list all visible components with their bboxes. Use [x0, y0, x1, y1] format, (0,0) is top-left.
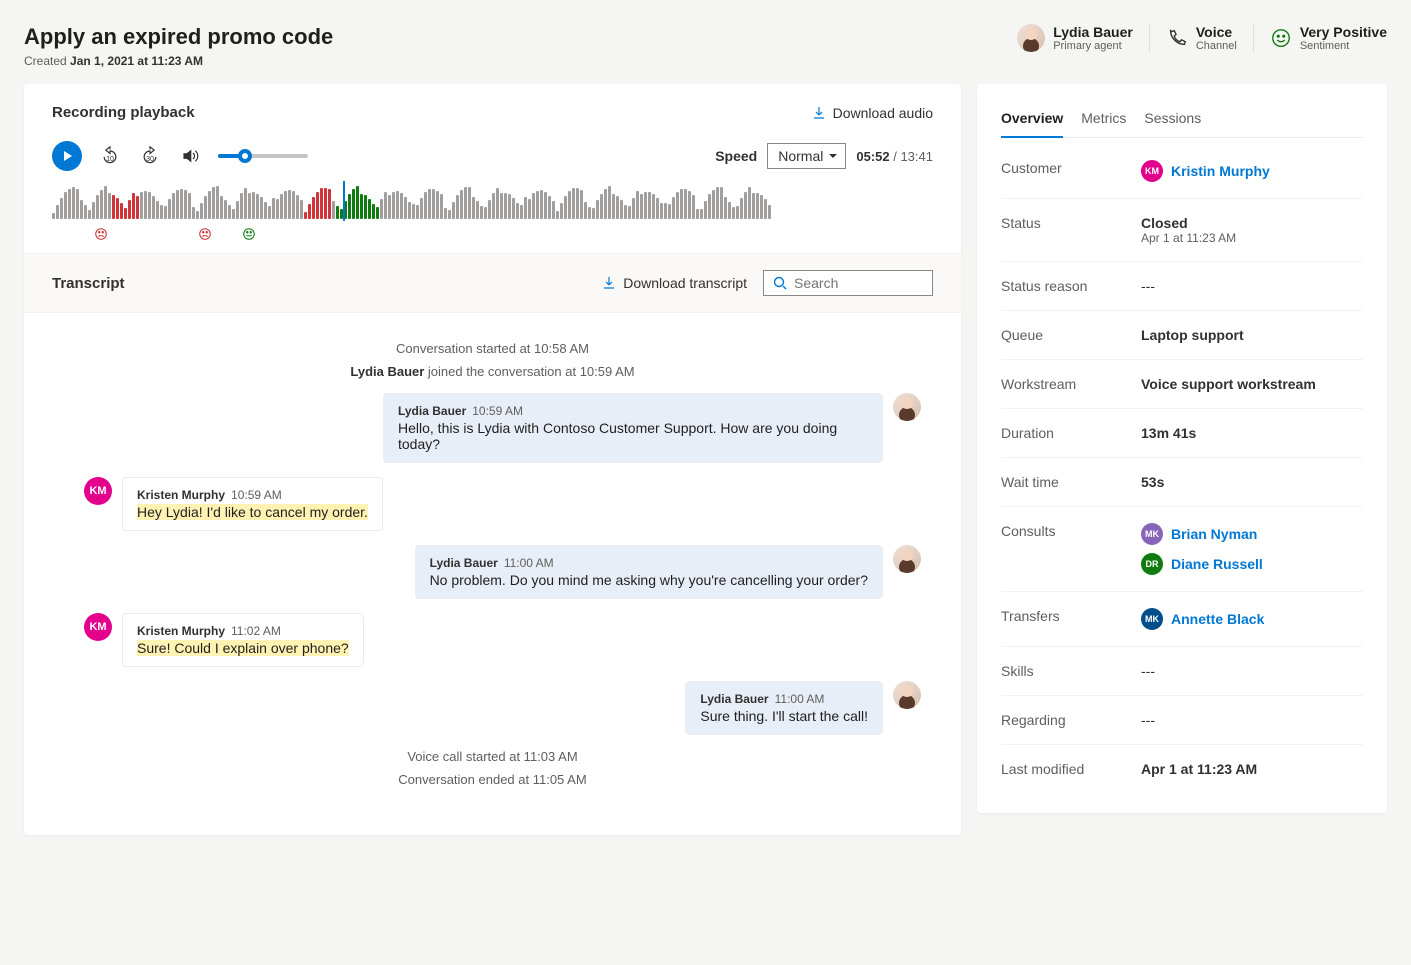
- detail-row: Status reason---: [1001, 262, 1363, 311]
- avatar: [893, 681, 921, 709]
- speed-label: Speed: [715, 148, 757, 164]
- person-link[interactable]: DRDiane Russell: [1141, 553, 1363, 575]
- detail-row: Regarding---: [1001, 696, 1363, 745]
- phone-icon: [1166, 27, 1188, 49]
- download-icon: [601, 275, 617, 291]
- detail-row: StatusClosedApr 1 at 11:23 AM: [1001, 199, 1363, 262]
- detail-row: ConsultsMKBrian NymanDRDiane Russell: [1001, 507, 1363, 592]
- customer-message: KMKristen Murphy11:02 AMSure! Could I ex…: [64, 613, 921, 667]
- tab-sessions[interactable]: Sessions: [1144, 104, 1201, 137]
- detail-row: CustomerKMKristin Murphy: [1001, 144, 1363, 199]
- speed-select[interactable]: Normal: [767, 143, 846, 169]
- avatar: KM: [84, 477, 112, 505]
- detail-row: TransfersMKAnnette Black: [1001, 592, 1363, 647]
- rewind-10-button[interactable]: 10: [98, 144, 122, 168]
- meta-sentiment: Very Positive Sentiment: [1253, 24, 1387, 52]
- download-icon: [811, 105, 827, 121]
- person-link[interactable]: MKBrian Nyman: [1141, 523, 1363, 545]
- forward-30-button[interactable]: 30: [138, 144, 162, 168]
- volume-button[interactable]: [178, 144, 202, 168]
- search-icon: [772, 275, 788, 291]
- system-message: Conversation started at 10:58 AM: [64, 341, 921, 356]
- detail-row: Last modifiedApr 1 at 11:23 AM: [1001, 745, 1363, 793]
- search-input[interactable]: [794, 275, 924, 291]
- avatar: [893, 545, 921, 573]
- download-audio-button[interactable]: Download audio: [811, 105, 933, 121]
- detail-row: Skills---: [1001, 647, 1363, 696]
- page-title: Apply an expired promo code: [24, 24, 333, 50]
- frown-icon: [94, 227, 108, 241]
- volume-slider[interactable]: [218, 154, 308, 158]
- detail-row: WorkstreamVoice support workstream: [1001, 360, 1363, 409]
- agent-message: Lydia Bauer11:00 AMNo problem. Do you mi…: [64, 545, 921, 599]
- system-message: Conversation ended at 11:05 AM: [64, 772, 921, 787]
- detail-row: QueueLaptop support: [1001, 311, 1363, 360]
- transcript-search[interactable]: [763, 270, 933, 296]
- agent-message: Lydia Bauer11:00 AMSure thing. I'll star…: [64, 681, 921, 735]
- detail-row: Wait time53s: [1001, 458, 1363, 507]
- transcript-title: Transcript: [52, 275, 125, 292]
- system-message: Voice call started at 11:03 AM: [64, 749, 921, 764]
- avatar: DR: [1141, 553, 1163, 575]
- person-link[interactable]: MKAnnette Black: [1141, 608, 1363, 630]
- smile-icon: [1270, 27, 1292, 49]
- tab-metrics[interactable]: Metrics: [1081, 104, 1126, 137]
- detail-row: Duration13m 41s: [1001, 409, 1363, 458]
- download-transcript-button[interactable]: Download transcript: [601, 275, 747, 291]
- play-button[interactable]: [52, 141, 82, 171]
- avatar: [893, 393, 921, 421]
- meta-channel: Voice Channel: [1149, 24, 1237, 52]
- waveform[interactable]: [52, 183, 933, 219]
- created-line: Created Jan 1, 2021 at 11:23 AM: [24, 54, 333, 68]
- customer-message: KMKristen Murphy10:59 AMHey Lydia! I'd l…: [64, 477, 921, 531]
- avatar: [1017, 24, 1045, 52]
- avatar: MK: [1141, 523, 1163, 545]
- tab-overview[interactable]: Overview: [1001, 104, 1063, 138]
- meta-agent: Lydia Bauer Primary agent: [1017, 24, 1133, 52]
- avatar: MK: [1141, 608, 1163, 630]
- sentiment-markers: [24, 223, 961, 253]
- avatar: KM: [1141, 160, 1163, 182]
- system-message: Lydia Bauer joined the conversation at 1…: [64, 364, 921, 379]
- playback-time: 05:52 / 13:41: [856, 149, 933, 164]
- frown-icon: [198, 227, 212, 241]
- smile-icon: [242, 227, 256, 241]
- avatar: KM: [84, 613, 112, 641]
- agent-message: Lydia Bauer10:59 AMHello, this is Lydia …: [64, 393, 921, 463]
- playback-title: Recording playback: [52, 104, 195, 121]
- person-link[interactable]: KMKristin Murphy: [1141, 160, 1363, 182]
